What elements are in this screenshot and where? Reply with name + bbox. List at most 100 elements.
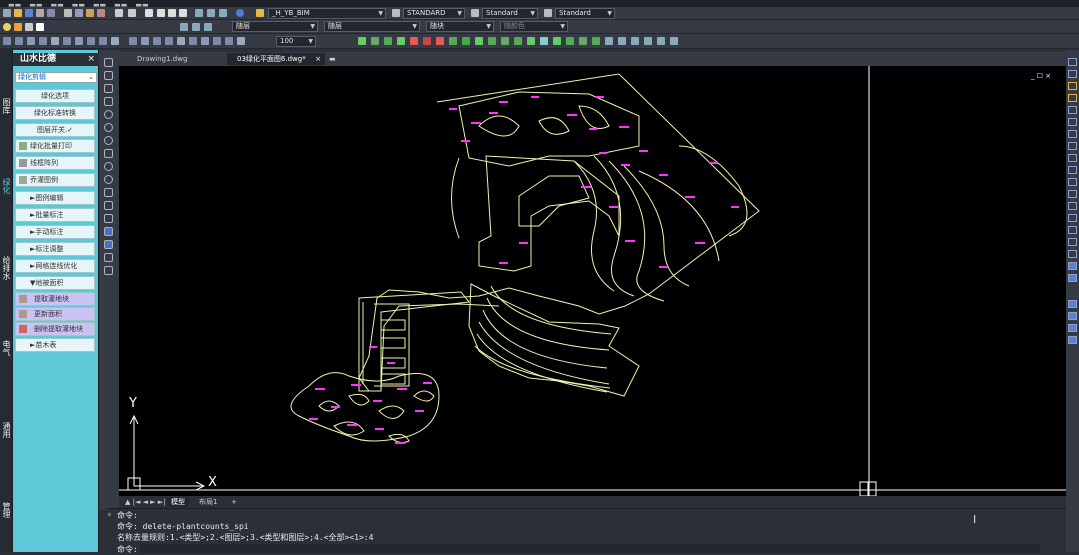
design-center-icon[interactable]	[207, 9, 215, 17]
add-layout-button[interactable]: +	[227, 497, 241, 507]
plugin-tool-icon[interactable]	[644, 37, 652, 45]
btn-groundcover-area[interactable]: ▼地被面积	[15, 276, 95, 290]
tab-layout1[interactable]: 布局1	[195, 497, 221, 507]
plugin-tool-icon[interactable]	[579, 37, 587, 45]
trim-icon[interactable]	[1068, 166, 1077, 174]
line-icon[interactable]	[104, 58, 113, 67]
close-icon[interactable]: ×	[87, 53, 95, 66]
btn-update-area[interactable]: 更新面积	[15, 307, 95, 321]
btn-tree-legend[interactable]: 乔灌图例	[15, 173, 95, 187]
zoom-combo[interactable]: 100 ▼	[276, 36, 316, 47]
btn-batch-label[interactable]: ►批量标注	[15, 208, 95, 222]
revcloud-icon[interactable]	[104, 136, 113, 145]
tab-electrical[interactable]: 电气	[0, 340, 12, 356]
help-icon[interactable]	[236, 9, 244, 17]
dim-tool-icon[interactable]	[75, 37, 83, 45]
plugin-tool-icon[interactable]	[462, 37, 470, 45]
arc-icon[interactable]	[104, 110, 113, 119]
linetype-combo[interactable]: 随层 ▼	[324, 21, 420, 32]
table-icon[interactable]	[104, 266, 113, 275]
layout-nav-icon[interactable]: ▲ |◄ ◄ ► ►|	[121, 497, 170, 507]
mirror-icon[interactable]	[1068, 82, 1077, 90]
polar-icon[interactable]	[1068, 312, 1077, 320]
layer-freeze-icon[interactable]	[14, 23, 22, 31]
btn-delete-extract[interactable]: 删除提取灌地块	[15, 322, 95, 336]
lineweight-combo[interactable]: 随块 ▼	[426, 21, 494, 32]
plugin-tool-icon[interactable]	[618, 37, 626, 45]
scale-icon[interactable]	[1068, 142, 1077, 150]
grid-icon[interactable]	[1068, 274, 1077, 282]
plugin-tool-icon[interactable]	[670, 37, 678, 45]
rectangle-icon[interactable]	[104, 97, 113, 106]
copy-object-icon[interactable]	[1068, 70, 1077, 78]
plugin-tool-icon[interactable]	[592, 37, 600, 45]
close-icon[interactable]: ×	[107, 510, 112, 519]
join-icon[interactable]	[1068, 202, 1077, 210]
doc-tab-drawing1[interactable]: Drawing1.dwg	[127, 53, 227, 65]
dim-tool-icon[interactable]	[87, 37, 95, 45]
spline-icon[interactable]	[104, 149, 113, 158]
tab-drainage[interactable]: 给排水	[0, 256, 12, 280]
new-icon[interactable]	[3, 9, 11, 17]
move-icon[interactable]	[1068, 118, 1077, 126]
tab-management[interactable]: 管理	[0, 502, 12, 518]
plugin-tool-icon[interactable]	[436, 37, 444, 45]
ellipse-arc-icon[interactable]	[104, 175, 113, 184]
point-icon[interactable]	[104, 214, 113, 223]
plugin-tool-icon[interactable]	[475, 37, 483, 45]
layer-props-icon[interactable]	[256, 9, 264, 17]
copy-icon[interactable]	[75, 9, 83, 17]
array-icon[interactable]	[1068, 106, 1077, 114]
dim-tool-icon[interactable]	[99, 37, 107, 45]
dim-tool-icon[interactable]	[225, 37, 233, 45]
plugin-tool-icon[interactable]	[371, 37, 379, 45]
layer-match-icon[interactable]	[180, 23, 188, 31]
dim-tool-icon[interactable]	[213, 37, 221, 45]
dim-tool-icon[interactable]	[51, 37, 59, 45]
btn-label-adjust[interactable]: ►标注调整	[15, 242, 95, 256]
dim-tool-icon[interactable]	[3, 37, 11, 45]
plugin-tool-icon[interactable]	[423, 37, 431, 45]
close-icon[interactable]: ×	[315, 53, 321, 65]
btn-batch-print[interactable]: 绿化批量打印	[15, 139, 95, 153]
dim-tool-icon[interactable]	[27, 37, 35, 45]
circle-icon[interactable]	[104, 123, 113, 132]
dim-tool-icon[interactable]	[129, 37, 137, 45]
plugin-tool-icon[interactable]	[501, 37, 509, 45]
undo-icon[interactable]	[115, 9, 123, 17]
layer-color-icon[interactable]	[36, 23, 44, 31]
ellipse-icon[interactable]	[104, 162, 113, 171]
properties-icon[interactable]	[195, 9, 203, 17]
offset-icon[interactable]	[1068, 94, 1077, 102]
pan-icon[interactable]	[145, 9, 153, 17]
dim-tool-icon[interactable]	[177, 37, 185, 45]
dimstyle-combo[interactable]: Standard ▼	[482, 8, 538, 19]
open-icon[interactable]	[14, 9, 22, 17]
hatch-icon[interactable]	[104, 227, 113, 236]
btn-grid-optimize[interactable]: ►网格连线优化	[15, 259, 95, 273]
tool-palette-icon[interactable]	[219, 9, 227, 17]
polyline-icon[interactable]	[104, 71, 113, 80]
tab-model[interactable]: 模型	[167, 497, 189, 507]
plugin-tool-icon[interactable]	[566, 37, 574, 45]
new-tab-icon[interactable]: ▬	[327, 53, 341, 65]
chamfer-icon[interactable]	[1068, 214, 1077, 222]
dim-tool-icon[interactable]	[141, 37, 149, 45]
tab-library[interactable]: 图库	[0, 98, 12, 114]
color-combo[interactable]: 随层 ▼	[232, 21, 318, 32]
make-block-icon[interactable]	[104, 201, 113, 210]
ortho-icon[interactable]	[1068, 300, 1077, 308]
dim-tool-icon[interactable]	[153, 37, 161, 45]
stretch-icon[interactable]	[1068, 154, 1077, 162]
dim-tool-icon[interactable]	[15, 37, 23, 45]
zoom-window-icon[interactable]	[168, 9, 176, 17]
plugin-tool-icon[interactable]	[527, 37, 535, 45]
match-properties-icon[interactable]	[97, 9, 105, 17]
textstyle-combo[interactable]: STANDARD ▼	[403, 8, 465, 19]
plugin-tool-icon[interactable]	[605, 37, 613, 45]
dim-tool-icon[interactable]	[189, 37, 197, 45]
layer-on-icon[interactable]	[3, 23, 11, 31]
layer-state-icon[interactable]	[204, 23, 212, 31]
plugin-tool-icon[interactable]	[384, 37, 392, 45]
region-icon[interactable]	[104, 253, 113, 262]
